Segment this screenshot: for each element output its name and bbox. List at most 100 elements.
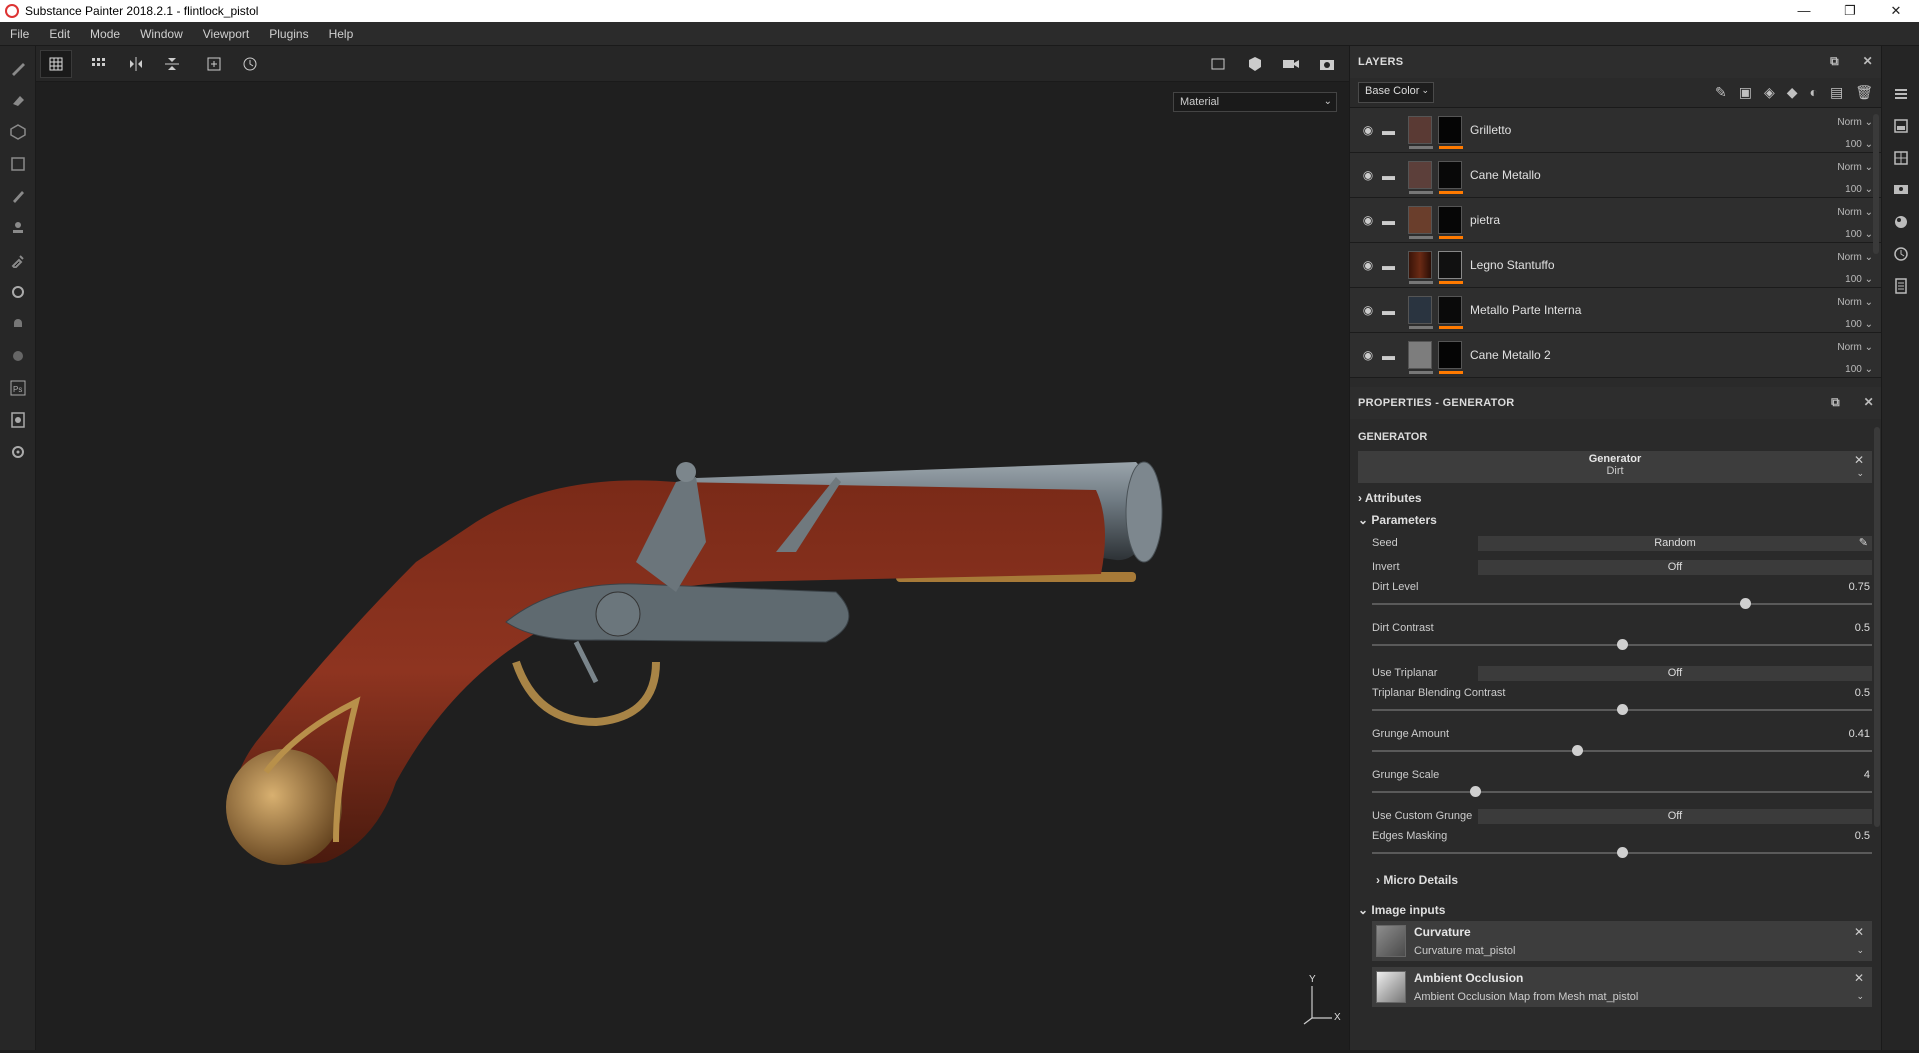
add-fill-layer-icon[interactable]: ◆: [1787, 84, 1798, 101]
layer-opacity[interactable]: 100: [1845, 229, 1862, 240]
close-window-button[interactable]: ✕: [1873, 0, 1919, 22]
close-panel-icon[interactable]: ✕: [1864, 395, 1874, 409]
menu-edit[interactable]: Edit: [39, 27, 80, 41]
dirt-contrast-value[interactable]: 0.5: [1855, 622, 1870, 634]
chevron-down-icon[interactable]: ⌄: [1856, 991, 1864, 1002]
curvature-input-slot[interactable]: Curvature Curvature mat_pistol ✕ ⌄: [1372, 921, 1872, 961]
properties-scrollbar[interactable]: [1874, 427, 1880, 827]
visibility-eye-icon[interactable]: ◉: [1356, 258, 1380, 272]
mask-thumbnail[interactable]: [1438, 341, 1463, 374]
log-document-icon[interactable]: [1882, 270, 1919, 302]
triplanar-blending-value[interactable]: 0.5: [1855, 687, 1870, 699]
history-icon[interactable]: [234, 50, 266, 78]
chevron-down-icon[interactable]: ⌄: [1856, 468, 1864, 479]
slider-knob[interactable]: [1740, 598, 1751, 609]
visibility-eye-icon[interactable]: ◉: [1356, 168, 1380, 182]
layer-name[interactable]: Metallo Parte Interna: [1470, 303, 1581, 317]
invert-toggle[interactable]: Off: [1478, 559, 1872, 575]
blend-mode[interactable]: Norm: [1837, 297, 1861, 308]
visibility-eye-icon[interactable]: ◉: [1356, 123, 1380, 137]
blend-mode[interactable]: Norm: [1837, 207, 1861, 218]
layer-row[interactable]: ◉ ▬ Legno Stantuffo Norm ⌄ 100 ⌄: [1350, 243, 1881, 288]
layer-opacity[interactable]: 100: [1845, 319, 1862, 330]
layer-name[interactable]: pietra: [1470, 213, 1500, 227]
clone-stamp-icon[interactable]: [0, 212, 36, 244]
menu-help[interactable]: Help: [319, 27, 364, 41]
slider-knob[interactable]: [1617, 639, 1628, 650]
menu-viewport[interactable]: Viewport: [193, 27, 259, 41]
grunge-amount-slider[interactable]: Grunge Amount 0.41: [1372, 726, 1872, 767]
layer-opacity[interactable]: 100: [1845, 184, 1862, 195]
polygon-fill-icon[interactable]: [0, 148, 36, 180]
texture-settings-icon[interactable]: [0, 276, 36, 308]
layers-stack-icon[interactable]: [1882, 78, 1919, 110]
layer-opacity[interactable]: 100: [1845, 274, 1862, 285]
layer-row[interactable]: ◉ ▬ Cane Metallo Norm ⌄ 100 ⌄: [1350, 153, 1881, 198]
micro-details-group[interactable]: › Micro Details: [1350, 869, 1882, 891]
layer-row[interactable]: ◉ ▬ Grilletto Norm ⌄ 100 ⌄: [1350, 108, 1881, 153]
layer-row[interactable]: ◉ ▬ Metallo Parte Interna Norm ⌄ 100 ⌄: [1350, 288, 1881, 333]
blend-mode[interactable]: Norm: [1837, 117, 1861, 128]
close-icon[interactable]: ✕: [1854, 453, 1864, 467]
2d-view-icon[interactable]: [1203, 50, 1235, 78]
add-mask-icon[interactable]: ▣: [1739, 84, 1752, 101]
mask-thumbnail[interactable]: [1438, 116, 1463, 149]
layer-row[interactable]: ◉ ▬ Cane Metallo 2 Norm ⌄ 100 ⌄: [1350, 333, 1881, 378]
smudge-icon[interactable]: [0, 180, 36, 212]
use-triplanar-toggle[interactable]: Off: [1478, 665, 1872, 681]
float-panel-icon[interactable]: ⧉: [1831, 395, 1840, 409]
photoshop-export-icon[interactable]: Ps: [0, 372, 36, 404]
menu-plugins[interactable]: Plugins: [259, 27, 318, 41]
3d-viewport[interactable]: [36, 82, 1349, 1050]
edges-masking-value[interactable]: 0.5: [1855, 830, 1870, 842]
layer-row[interactable]: ◉ ▬ pietra Norm ⌄ 100 ⌄: [1350, 198, 1881, 243]
float-panel-icon[interactable]: ⧉: [1830, 54, 1839, 68]
plugin-icon[interactable]: [0, 340, 36, 372]
layer-opacity[interactable]: 100: [1845, 364, 1862, 375]
restore-button[interactable]: ❐: [1827, 0, 1873, 22]
add-camera-icon[interactable]: [198, 50, 230, 78]
symmetry-horizontal-icon[interactable]: [120, 50, 152, 78]
slider-knob[interactable]: [1617, 704, 1628, 715]
layer-blend-controls[interactable]: Norm ⌄ 100 ⌄: [1837, 157, 1873, 201]
visibility-eye-icon[interactable]: ◉: [1356, 213, 1380, 227]
use-custom-grunge-toggle[interactable]: Off: [1478, 808, 1872, 824]
grid-layout-icon[interactable]: [84, 50, 116, 78]
export-document-icon[interactable]: [0, 404, 36, 436]
eraser-icon[interactable]: [0, 84, 36, 116]
texture-set-icon[interactable]: [1882, 110, 1919, 142]
generator-resource-slot[interactable]: Generator Dirt ✕ ⌄: [1358, 451, 1872, 483]
shader-settings-icon[interactable]: [1882, 206, 1919, 238]
screenshot-camera-icon[interactable]: [1311, 50, 1343, 78]
layer-blend-controls[interactable]: Norm ⌄ 100 ⌄: [1837, 202, 1873, 246]
add-folder-icon[interactable]: ▤: [1830, 84, 1843, 101]
paint-brush-icon[interactable]: [0, 52, 36, 84]
layer-blend-controls[interactable]: Norm ⌄ 100 ⌄: [1837, 247, 1873, 291]
layer-name[interactable]: Cane Metallo: [1470, 168, 1541, 182]
slider-knob[interactable]: [1469, 786, 1481, 797]
attributes-group[interactable]: › Attributes: [1350, 483, 1882, 509]
color-picker-icon[interactable]: [0, 244, 36, 276]
pencil-icon[interactable]: ✎: [1859, 536, 1868, 551]
slider-track[interactable]: [1372, 603, 1872, 605]
layer-blend-controls[interactable]: Norm ⌄ 100 ⌄: [1837, 337, 1873, 381]
delete-layer-icon[interactable]: 🗑: [1855, 84, 1873, 101]
visibility-eye-icon[interactable]: ◉: [1356, 348, 1380, 362]
edges-masking-slider[interactable]: Edges Masking 0.5: [1372, 828, 1872, 869]
layers-scrollbar[interactable]: [1873, 114, 1879, 254]
add-layer-icon[interactable]: ◈: [1764, 84, 1775, 101]
bell-icon[interactable]: [0, 308, 36, 340]
layer-name[interactable]: Legno Stantuffo: [1470, 258, 1555, 272]
channel-select[interactable]: Base Color ⌄: [1358, 82, 1434, 103]
mask-thumbnail[interactable]: [1438, 161, 1463, 194]
3d-cube-icon[interactable]: [1239, 50, 1271, 78]
layer-opacity[interactable]: 100: [1845, 139, 1862, 150]
uv-grid-icon[interactable]: [1882, 142, 1919, 174]
menu-window[interactable]: Window: [130, 27, 193, 41]
close-panel-icon[interactable]: ✕: [1863, 54, 1873, 68]
image-inputs-group[interactable]: ⌄ Image inputs: [1350, 891, 1882, 921]
dirt-level-value[interactable]: 0.75: [1849, 581, 1870, 593]
viewport-material-mode-select[interactable]: Material ⌄: [1173, 92, 1337, 112]
parameters-group[interactable]: ⌄ Parameters: [1350, 509, 1882, 531]
visibility-eye-icon[interactable]: ◉: [1356, 303, 1380, 317]
